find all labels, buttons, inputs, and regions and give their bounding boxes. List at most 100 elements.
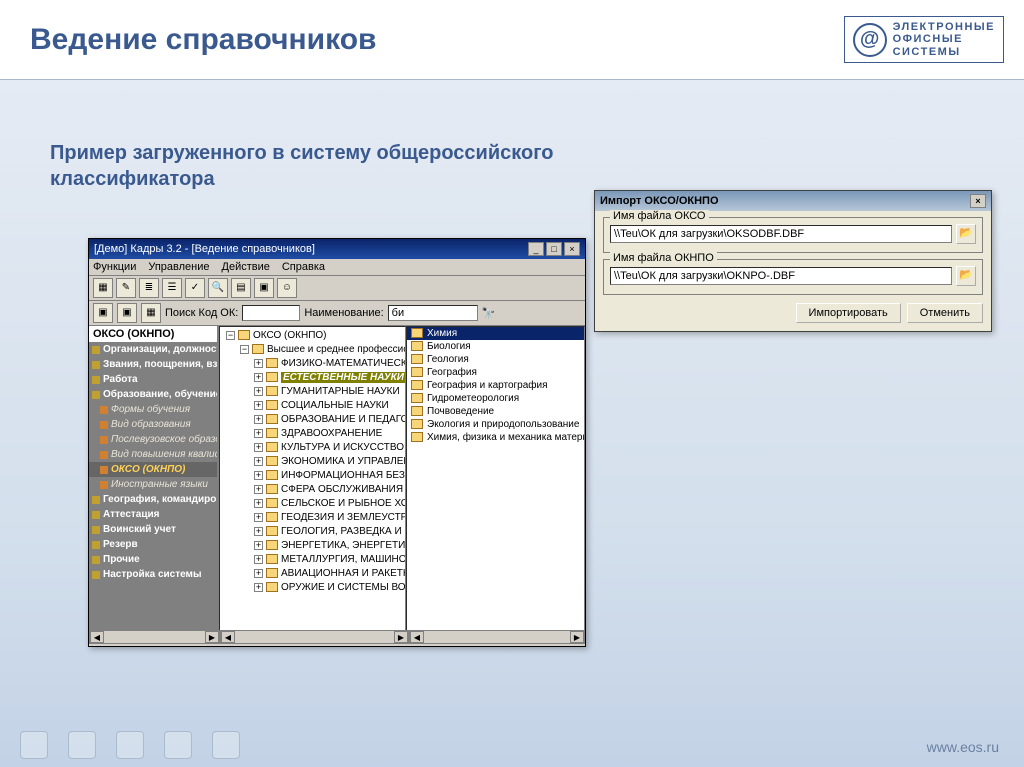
nav-item[interactable]: Послевузовское образо <box>89 432 217 447</box>
nav-item[interactable]: Вид образования <box>89 417 217 432</box>
expand-icon[interactable]: + <box>254 555 263 564</box>
group-okso-label: Имя файла ОКСО <box>610 210 709 222</box>
tree-root[interactable]: −ОКСО (ОКНПО) <box>222 329 403 343</box>
name-input[interactable] <box>388 305 478 321</box>
oknpo-file-input[interactable] <box>610 267 952 285</box>
menu-action[interactable]: Действие <box>222 261 270 273</box>
tree-node[interactable]: +ЕСТЕСТВЕННЫЕ НАУКИ <box>222 371 403 385</box>
toolbar-btn[interactable]: ✎ <box>116 278 136 298</box>
nav-item[interactable]: Вид повышения квалифи <box>89 447 217 462</box>
nav-item[interactable]: Иностранные языки <box>89 477 217 492</box>
nav-item[interactable]: ОКСО (ОКНПО) <box>89 462 217 477</box>
expand-icon[interactable]: + <box>254 443 263 452</box>
toolbar-btn[interactable]: ≣ <box>139 278 159 298</box>
menu-functions[interactable]: Функции <box>93 261 136 273</box>
menu-management[interactable]: Управление <box>148 261 209 273</box>
expand-icon[interactable]: + <box>254 373 263 382</box>
tree-node[interactable]: +МЕТАЛЛУРГИЯ, МАШИНОСТРОЕ <box>222 553 403 567</box>
list-item[interactable]: Биология <box>407 340 584 353</box>
toolbar-btn[interactable]: ▣ <box>93 303 113 323</box>
expand-icon[interactable]: + <box>254 457 263 466</box>
browse-button[interactable]: 📂 <box>956 224 976 244</box>
toolbar-btn[interactable]: 🔍 <box>208 278 228 298</box>
tree-node[interactable]: +ЭНЕРГЕТИКА, ЭНЕРГЕТИЧЕСКОЕ <box>222 539 403 553</box>
expand-icon[interactable]: + <box>254 527 263 536</box>
toolbar-btn[interactable]: ▣ <box>254 278 274 298</box>
close-button[interactable]: × <box>564 242 580 256</box>
list-item[interactable]: Геология <box>407 353 584 366</box>
expand-icon[interactable]: + <box>254 541 263 550</box>
tree-node[interactable]: +ФИЗИКО-МАТЕМАТИЧЕСКИЕ НАУ <box>222 357 403 371</box>
expand-icon[interactable]: + <box>254 359 263 368</box>
tree-node[interactable]: +СФЕРА ОБСЛУЖИВАНИЯ <box>222 483 403 497</box>
toolbar-btn[interactable]: ✓ <box>185 278 205 298</box>
nav-item[interactable]: Резерв <box>89 537 217 552</box>
dialog-titlebar[interactable]: Импорт ОКСО/ОКНПО × <box>595 191 991 211</box>
binoculars-icon[interactable]: 🔭 <box>482 307 496 320</box>
search-code-input[interactable] <box>242 305 300 321</box>
dialog-title: Импорт ОКСО/ОКНПО <box>600 195 719 207</box>
maximize-button[interactable]: □ <box>546 242 562 256</box>
list-item[interactable]: Почвоведение <box>407 405 584 418</box>
nav-item[interactable]: Прочие <box>89 552 217 567</box>
tree-node[interactable]: +ГЕОДЕЗИЯ И ЗЕМЛЕУСТРОЙСТВ <box>222 511 403 525</box>
tree-node[interactable]: +ИНФОРМАЦИОННАЯ БЕЗОПАСН <box>222 469 403 483</box>
nav-item[interactable]: Образование, обучение <box>89 387 217 402</box>
nav-item[interactable]: Аттестация <box>89 507 217 522</box>
scrollbar-tree[interactable]: ◀▶ <box>220 630 409 644</box>
toolbar-btn[interactable]: ▣ <box>117 303 137 323</box>
expand-icon[interactable]: + <box>254 569 263 578</box>
expand-icon[interactable]: + <box>254 415 263 424</box>
scrollbar-nav[interactable]: ◀▶ <box>89 630 220 644</box>
nav-item[interactable]: Формы обучения <box>89 402 217 417</box>
tree-node[interactable]: +ГУМАНИТАРНЫЕ НАУКИ <box>222 385 403 399</box>
scrollbar-detail[interactable]: ◀▶ <box>409 630 585 644</box>
nav-item[interactable]: Настройка системы <box>89 567 217 582</box>
nav-item[interactable]: Звания, поощрения, взыска <box>89 357 217 372</box>
tree-node[interactable]: +ЗДРАВООХРАНЕНИЕ <box>222 427 403 441</box>
list-item[interactable]: Гидрометеорология <box>407 392 584 405</box>
toolbar-btn[interactable]: ▦ <box>141 303 161 323</box>
expand-icon[interactable]: + <box>254 485 263 494</box>
dialog-close-button[interactable]: × <box>970 194 986 208</box>
toolbar-btn[interactable]: ▦ <box>93 278 113 298</box>
toolbar-btn[interactable]: ▤ <box>231 278 251 298</box>
expand-icon[interactable]: + <box>254 387 263 396</box>
list-item[interactable]: Химия <box>407 327 584 340</box>
expand-icon[interactable]: + <box>254 401 263 410</box>
nav-item[interactable]: Организации, должности <box>89 342 217 357</box>
list-item[interactable]: Экология и природопользование <box>407 418 584 431</box>
expand-icon[interactable]: + <box>254 499 263 508</box>
tree-node[interactable]: +ЭКОНОМИКА И УПРАВЛЕНИЕ <box>222 455 403 469</box>
list-item[interactable]: География и картография <box>407 379 584 392</box>
titlebar[interactable]: [Демо] Кадры 3.2 - [Ведение справочников… <box>89 239 585 259</box>
list-item[interactable]: География <box>407 366 584 379</box>
minimize-button[interactable]: _ <box>528 242 544 256</box>
nav-item[interactable]: Работа <box>89 372 217 387</box>
tree-branch[interactable]: −Высшее и среднее профессиональ <box>222 343 403 357</box>
tree-node[interactable]: +ОБРАЗОВАНИЕ И ПЕДАГОГИКА <box>222 413 403 427</box>
expand-icon[interactable]: + <box>254 583 263 592</box>
expand-icon[interactable]: + <box>254 429 263 438</box>
tree-node[interactable]: +СЕЛЬСКОЕ И РЫБНОЕ ХОЗЯЙСТВ <box>222 497 403 511</box>
collapse-icon[interactable]: − <box>240 345 249 354</box>
toolbar-btn[interactable]: ☰ <box>162 278 182 298</box>
tree-node[interactable]: +ОРУЖИЕ И СИСТЕМЫ ВООРУЖЕ <box>222 581 403 595</box>
tree-node[interactable]: +КУЛЬТУРА И ИСКУССТВО <box>222 441 403 455</box>
import-button[interactable]: Импортировать <box>796 303 901 323</box>
list-item[interactable]: Химия, физика и механика материалов <box>407 431 584 444</box>
collapse-icon[interactable]: − <box>226 331 235 340</box>
nav-item[interactable]: География, командировки <box>89 492 217 507</box>
browse-button[interactable]: 📂 <box>956 266 976 286</box>
tree-node[interactable]: +АВИАЦИОННАЯ И РАКЕТНО-КОС <box>222 567 403 581</box>
tree-node[interactable]: +ГЕОЛОГИЯ, РАЗВЕДКА И РАЗРА <box>222 525 403 539</box>
okso-file-input[interactable] <box>610 225 952 243</box>
toolbar-btn[interactable]: ☺ <box>277 278 297 298</box>
nav-item[interactable]: Воинский учет <box>89 522 217 537</box>
menu-help[interactable]: Справка <box>282 261 325 273</box>
expand-icon[interactable]: + <box>254 513 263 522</box>
cancel-button[interactable]: Отменить <box>907 303 983 323</box>
tree-node[interactable]: +СОЦИАЛЬНЫЕ НАУКИ <box>222 399 403 413</box>
folder-icon <box>266 442 278 452</box>
expand-icon[interactable]: + <box>254 471 263 480</box>
